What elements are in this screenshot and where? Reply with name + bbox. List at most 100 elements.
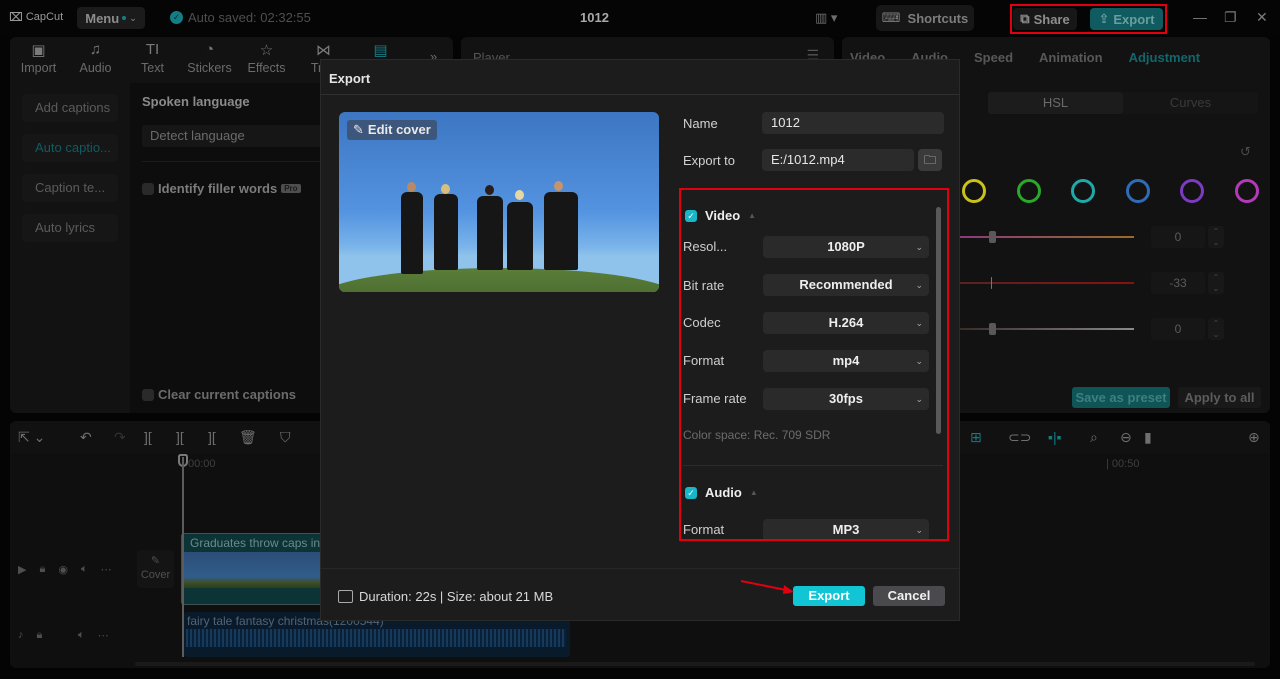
pencil-icon: ✎: [353, 122, 364, 137]
save-as-preset-button[interactable]: Save as preset: [1072, 387, 1170, 408]
audio-section-header[interactable]: ✓ Audio ▲: [685, 485, 758, 500]
reset-icon[interactable]: ↺: [1240, 144, 1251, 160]
export-top-button[interactable]: ⇪ Export: [1090, 8, 1163, 30]
color-swatch[interactable]: [962, 179, 986, 203]
tab-effects[interactable]: ☆ Effects: [238, 37, 295, 83]
video-checkbox[interactable]: ✓: [685, 209, 697, 222]
color-swatch[interactable]: [1180, 179, 1205, 203]
lock-icon[interactable]: 🔒︎: [37, 629, 43, 642]
shortcuts-button[interactable]: ⌨ Shortcuts: [876, 5, 974, 31]
settings-scrollbar[interactable]: [936, 207, 941, 434]
cover-thumbnail[interactable]: ✎ Edit cover: [339, 112, 659, 292]
music-track-icon: ♪: [18, 629, 24, 641]
export-path-input[interactable]: E:/1012.mp4: [762, 149, 914, 171]
color-swatch[interactable]: [1071, 179, 1096, 203]
video-clip-thumbnails: [182, 552, 330, 588]
volume-icon[interactable]: 🔈︎: [81, 563, 88, 576]
side-item-auto-lyrics[interactable]: Auto lyrics: [22, 214, 118, 242]
framerate-select[interactable]: 30fps ⌄: [763, 388, 929, 410]
collapse-icon[interactable]: ▲: [748, 211, 756, 220]
share-button[interactable]: ⧉ Share: [1013, 8, 1077, 30]
hue-slider-track[interactable]: [959, 236, 1134, 238]
lightness-stepper[interactable]: ⌃ ⌄: [1208, 318, 1224, 340]
side-item-caption-templates[interactable]: Caption te...: [22, 174, 118, 202]
more-icon[interactable]: ⋯: [98, 629, 109, 642]
split-icon[interactable]: ][: [144, 429, 152, 445]
link-icon[interactable]: ⊂⊃: [1008, 429, 1031, 446]
select-cursor-icon[interactable]: ⇱ ⌄: [18, 429, 45, 446]
chevron-down-icon: ⌄: [915, 318, 923, 328]
lightness-value[interactable]: 0: [1151, 318, 1205, 340]
collapse-icon[interactable]: ▲: [750, 488, 758, 497]
apply-to-all-button[interactable]: Apply to all: [1178, 387, 1261, 408]
identify-filler-row[interactable]: Identify filler words Pro: [142, 181, 301, 196]
saturation-stepper[interactable]: ⌃ ⌄: [1208, 272, 1224, 294]
hue-stepper[interactable]: ⌃ ⌄: [1208, 226, 1224, 248]
lightness-slider-track[interactable]: [959, 328, 1134, 330]
video-clip[interactable]: Graduates throw caps int: [181, 533, 331, 605]
cancel-button[interactable]: Cancel: [873, 586, 945, 606]
preview-axis-icon[interactable]: ⌕: [1090, 429, 1098, 446]
redo-icon[interactable]: ↷: [114, 429, 126, 446]
volume-icon[interactable]: 🔈︎: [78, 629, 85, 642]
timeline-scrollbar[interactable]: [135, 662, 1255, 666]
tab-animation[interactable]: Animation: [1039, 50, 1103, 65]
tab-text[interactable]: TI Text: [124, 37, 181, 83]
magnet-icon[interactable]: ⊞: [970, 429, 982, 446]
bitrate-select[interactable]: Recommended ⌄: [763, 274, 929, 296]
lightness-slider-thumb[interactable]: [989, 323, 996, 335]
close-icon[interactable]: ✕: [1256, 9, 1268, 26]
chevron-down-icon: ⌄: [915, 242, 923, 252]
split-right-icon[interactable]: ][: [208, 429, 216, 445]
clear-captions-checkbox[interactable]: [142, 388, 154, 401]
layout-icon[interactable]: ▥ ▾: [815, 10, 837, 26]
playhead[interactable]: [182, 457, 184, 657]
folder-icon[interactable]: 🗀: [918, 149, 942, 171]
zoom-out-icon[interactable]: ⊖: [1120, 429, 1132, 446]
video-section-header[interactable]: ✓ Video ▲: [685, 208, 756, 223]
snap-icon[interactable]: ▪|▪: [1048, 429, 1062, 445]
split-left-icon[interactable]: ][: [176, 429, 184, 445]
hue-slider-thumb[interactable]: [989, 231, 996, 243]
color-swatch[interactable]: [1125, 179, 1150, 203]
pro-badge: Pro: [281, 184, 301, 193]
undo-icon[interactable]: ↶: [80, 429, 92, 446]
color-swatch[interactable]: [1016, 179, 1041, 203]
more-icon[interactable]: ⋯: [101, 563, 112, 576]
tab-audio[interactable]: ♫ Audio: [67, 37, 124, 83]
restore-icon[interactable]: ❐: [1224, 9, 1237, 26]
sub-tab-hsl[interactable]: HSL: [988, 92, 1123, 114]
clear-captions-row[interactable]: Clear current captions: [142, 387, 296, 402]
delete-icon[interactable]: 🗑: [239, 429, 257, 446]
zoom-slider-thumb[interactable]: ▮: [1144, 429, 1152, 446]
hue-value[interactable]: 0: [1151, 226, 1205, 248]
tab-import[interactable]: ▣ Import: [10, 37, 67, 83]
color-swatch[interactable]: [1235, 179, 1259, 203]
audio-icon: ♫: [89, 41, 102, 58]
edit-cover-button[interactable]: ✎ Edit cover: [347, 120, 437, 140]
cover-button[interactable]: ✎ Cover: [137, 550, 174, 588]
menu-button[interactable]: Menu ⌄: [77, 7, 145, 29]
side-item-add-captions[interactable]: Add captions: [22, 94, 118, 122]
lock-icon[interactable]: 🔒︎: [39, 563, 45, 576]
minimize-icon[interactable]: —: [1193, 9, 1207, 25]
zoom-in-icon[interactable]: ⊕: [1248, 429, 1260, 446]
tab-speed[interactable]: Speed: [974, 50, 1013, 65]
side-item-auto-captions[interactable]: Auto captio...: [22, 134, 118, 162]
resolution-select[interactable]: 1080P ⌄: [763, 236, 929, 258]
sub-tab-curves[interactable]: Curves: [1123, 92, 1258, 114]
audio-checkbox[interactable]: ✓: [685, 486, 697, 499]
export-button[interactable]: Export: [793, 586, 865, 606]
saturation-slider-thumb[interactable]: [991, 277, 992, 289]
filler-checkbox[interactable]: [142, 182, 154, 195]
name-input[interactable]: 1012: [762, 112, 944, 134]
tab-adjustment[interactable]: Adjustment: [1129, 50, 1201, 65]
saturation-slider-track[interactable]: [959, 282, 1134, 284]
tab-stickers[interactable]: ◔ Stickers: [181, 37, 238, 83]
eye-icon[interactable]: ◉: [58, 563, 68, 576]
marker-icon[interactable]: ⛉: [280, 429, 291, 446]
codec-select[interactable]: H.264 ⌄: [763, 312, 929, 334]
saturation-value[interactable]: -33: [1151, 272, 1205, 294]
audio-format-select[interactable]: MP3 ⌄: [763, 519, 929, 539]
format-select[interactable]: mp4 ⌄: [763, 350, 929, 372]
